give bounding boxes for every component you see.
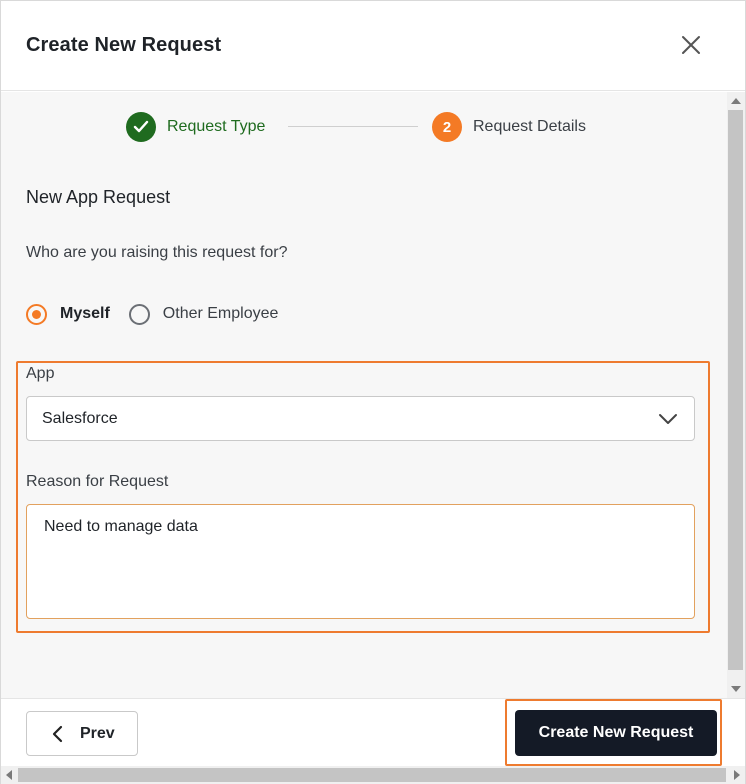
scroll-down-arrow-icon[interactable] <box>731 686 741 692</box>
chevron-down-icon <box>659 414 677 424</box>
chevron-left-icon <box>52 725 63 742</box>
modal-body: Request Type 2 Request Details New App R… <box>1 92 727 698</box>
radio-other-employee-label[interactable]: Other Employee <box>163 305 279 323</box>
modal-title: Create New Request <box>26 34 222 56</box>
step-request-type-label: Request Type <box>167 118 266 135</box>
radio-other-employee[interactable] <box>128 303 150 325</box>
radio-myself[interactable] <box>26 303 47 325</box>
stepper: Request Type 2 Request Details <box>1 92 727 162</box>
reason-textarea[interactable]: Need to manage data <box>26 504 695 619</box>
radio-myself-label[interactable]: Myself <box>60 305 110 323</box>
create-new-request-button[interactable]: Create New Request <box>515 710 717 756</box>
section-title: New App Request <box>26 187 171 207</box>
modal-header: Create New Request <box>1 1 745 91</box>
modal-footer: Prev Create New Request <box>1 698 745 766</box>
prev-button-label: Prev <box>80 724 115 742</box>
close-icon <box>682 36 700 54</box>
horizontal-scrollbar-thumb[interactable] <box>18 768 726 782</box>
check-icon <box>133 120 149 133</box>
app-select-value: Salesforce <box>42 410 118 427</box>
request-for-radio-group: Myself Other Employee <box>26 303 278 325</box>
reason-field-label: Reason for Request <box>26 473 169 490</box>
scroll-right-arrow-icon[interactable] <box>734 770 740 780</box>
scroll-left-arrow-icon[interactable] <box>6 770 12 780</box>
horizontal-scrollbar[interactable] <box>1 766 745 784</box>
close-button[interactable] <box>675 29 707 61</box>
step-connector <box>288 126 418 127</box>
vertical-scrollbar-thumb[interactable] <box>728 110 743 670</box>
prev-button[interactable]: Prev <box>26 711 138 756</box>
step-completed-indicator <box>126 112 156 142</box>
create-request-modal: Create New Request Request Type 2 Reques… <box>0 0 746 784</box>
scroll-up-arrow-icon[interactable] <box>731 98 741 104</box>
app-field-label: App <box>26 365 55 382</box>
vertical-scrollbar[interactable] <box>727 92 745 698</box>
step-active-indicator: 2 <box>432 112 462 142</box>
step-request-details-label: Request Details <box>473 118 586 135</box>
app-select[interactable]: Salesforce <box>26 396 695 441</box>
request-for-question: Who are you raising this request for? <box>26 244 288 261</box>
reason-textarea-value: Need to manage data <box>44 518 198 535</box>
